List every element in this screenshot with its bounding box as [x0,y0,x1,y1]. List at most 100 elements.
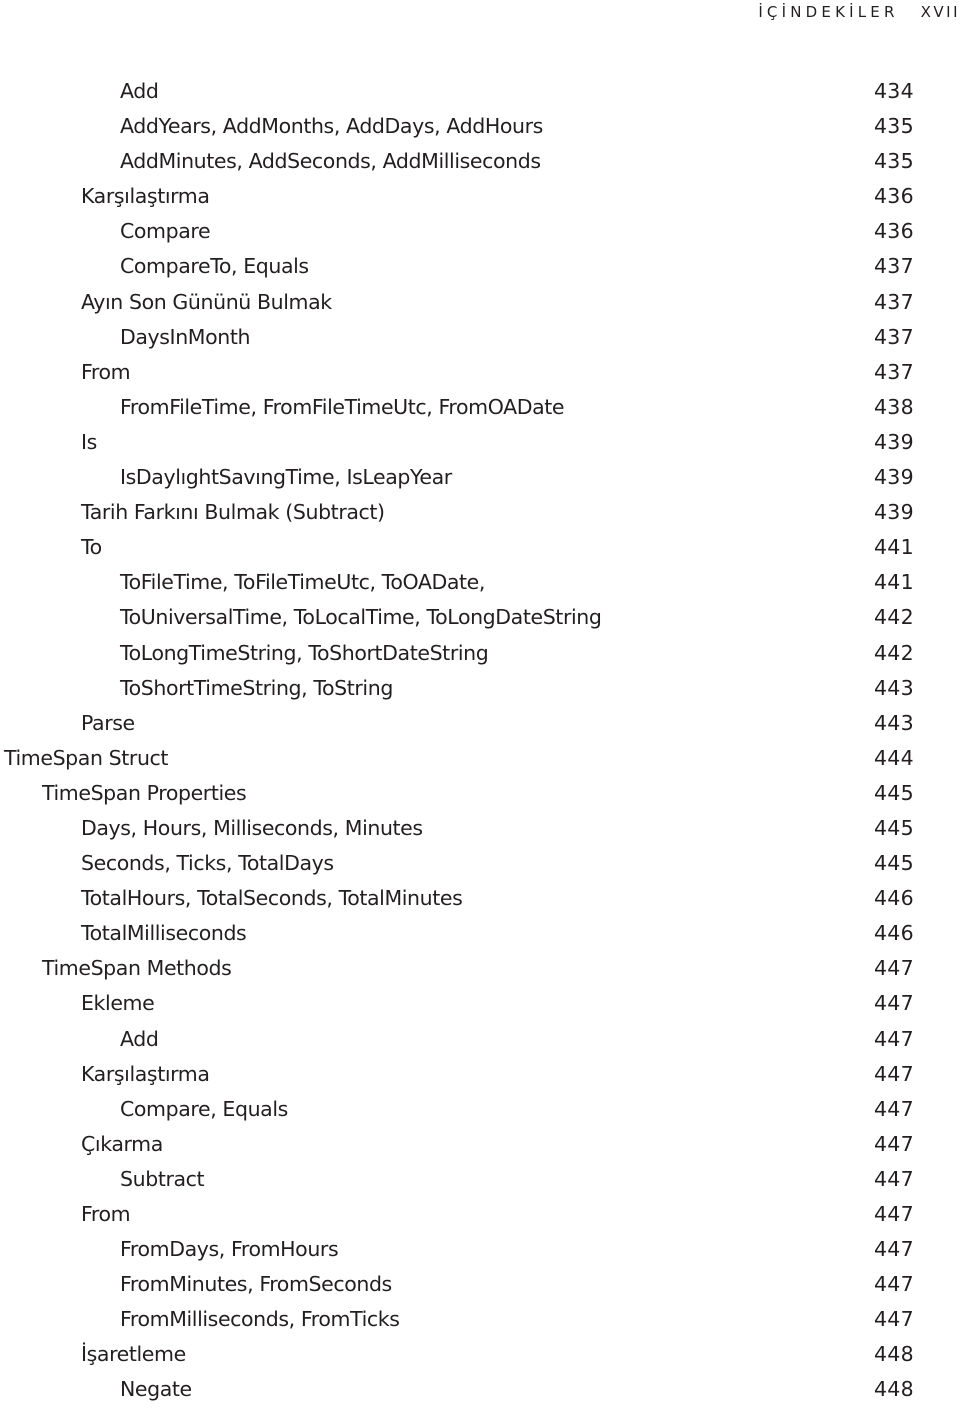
toc-entry-title: Compare [120,219,211,244]
toc-entry[interactable]: Subtract 447 [0,1162,960,1197]
toc-entry-page-number: 439 [873,465,914,490]
toc-entry-title: Negate [120,1377,192,1402]
toc-entry-page-number: 446 [873,921,914,946]
toc-entry-title: ToShortTimeString, ToString [120,675,393,700]
toc-entry[interactable]: Ayın Son Gününü Bulmak 437 [0,285,960,320]
toc-entry[interactable]: İşaretleme 448 [0,1337,960,1372]
toc-entry-title: Tarih Farkını Bulmak (Subtract) [81,500,385,525]
toc-entry-page-number: 447 [873,956,914,981]
toc-entry-page-number: 446 [873,886,914,911]
toc-entry[interactable]: FromDays, FromHours 447 [0,1232,960,1267]
page-number-folio: XVII [920,3,960,21]
toc-entry-title: Çıkarma [81,1131,163,1156]
toc-entry[interactable]: Compare 436 [0,214,960,249]
toc-entry[interactable]: Parse 443 [0,706,960,741]
toc-entry-title: Ayın Son Gününü Bulmak [81,289,332,314]
toc-entry-title: Subtract [120,1166,205,1191]
toc-entry-title: Compare, Equals [120,1096,288,1121]
toc-entry-title: ToFileTime, ToFileTimeUtc, ToOADate, [120,570,485,595]
toc-entry[interactable]: FromMinutes, FromSeconds 447 [0,1267,960,1302]
toc-entry-page-number: 447 [873,1272,914,1297]
toc-entry[interactable]: IsDaylıghtSavıngTime, IsLeapYear 439 [0,460,960,495]
toc-entry-page-number: 447 [873,1131,914,1156]
toc-entry[interactable]: Karşılaştırma 436 [0,179,960,214]
toc-entry-title: Karşılaştırma [81,1061,210,1086]
toc-entry-title: Parse [81,710,135,735]
toc-entry-page-number: 441 [873,570,914,595]
toc-entry-page-number: 436 [873,219,914,244]
toc-entry-title: Ekleme [81,991,155,1016]
toc-entry-title: AddMinutes, AddSeconds, AddMilliseconds [120,149,541,174]
toc-entry-page-number: 445 [873,851,914,876]
toc-entry-page-number: 445 [873,780,914,805]
toc-entry[interactable]: Çıkarma 447 [0,1127,960,1162]
toc-entry-page-number: 447 [873,1096,914,1121]
toc-entry-page-number: 436 [873,184,914,209]
toc-entry-page-number: 435 [873,149,914,174]
toc-entry-title: TimeSpan Struct [4,745,169,770]
toc-entry-title: Add [120,79,159,103]
toc-entry[interactable]: Tarih Farkını Bulmak (Subtract) 439 [0,495,960,530]
toc-entry[interactable]: Days, Hours, Milliseconds, Minutes 445 [0,811,960,846]
toc-entry[interactable]: To 441 [0,530,960,565]
toc-entry-page-number: 447 [873,1202,914,1226]
toc-entry[interactable]: AddYears, AddMonths, AddDays, AddHours 4… [0,109,960,144]
toc-entry[interactable]: ToUniversalTime, ToLocalTime, ToLongDate… [0,600,960,635]
toc-entry-title: DaysInMonth [120,324,251,349]
toc-entry[interactable]: Negate 448 [0,1372,960,1407]
toc-entry-title: Karşılaştırma [81,184,210,209]
toc-entry-title: IsDaylıghtSavıngTime, IsLeapYear [120,465,452,490]
toc-entry-page-number: 447 [873,1061,914,1086]
toc-entry[interactable]: Is 439 [0,425,960,460]
toc-entry[interactable]: Ekleme 447 [0,986,960,1021]
table-of-contents: Add 434 AddYears, AddMonths, AddDays, Ad… [0,74,960,1408]
running-head-title: İÇİNDEKİLER [758,3,899,21]
toc-entry-page-number: 437 [873,359,914,384]
toc-entry-title: İşaretleme [81,1342,186,1367]
toc-entry-page-number: 447 [873,1026,914,1051]
toc-entry-title: From [81,1202,131,1226]
toc-entry[interactable]: FromFileTime, FromFileTimeUtc, FromOADat… [0,390,960,425]
toc-entry-title: TimeSpan Properties [42,780,247,805]
toc-entry[interactable]: AddMinutes, AddSeconds, AddMilliseconds … [0,144,960,179]
toc-entry[interactable]: TotalHours, TotalSeconds, TotalMinutes 4… [0,881,960,916]
toc-entry[interactable]: DaysInMonth 437 [0,320,960,355]
toc-entry-title: FromMinutes, FromSeconds [120,1272,392,1297]
toc-entry-page-number: 443 [873,710,914,735]
toc-entry-title: ToUniversalTime, ToLocalTime, ToLongDate… [120,605,602,630]
toc-entry-page-number: 438 [873,394,914,419]
toc-entry[interactable]: Seconds, Ticks, TotalDays 445 [0,846,960,881]
toc-entry-title: TimeSpan Methods [42,956,232,981]
toc-entry[interactable]: FromMilliseconds, FromTicks 447 [0,1302,960,1337]
toc-entry[interactable]: TimeSpan Methods 447 [0,951,960,986]
toc-entry-page-number: 442 [873,640,914,665]
toc-entry-page-number: 442 [873,605,914,630]
toc-entry-title: Seconds, Ticks, TotalDays [81,851,334,876]
toc-entry[interactable]: Compare, Equals 447 [0,1092,960,1127]
toc-entry-title: TotalHours, TotalSeconds, TotalMinutes [81,886,463,911]
toc-entry-page-number: 435 [873,114,914,139]
toc-entry[interactable]: Karşılaştırma 447 [0,1057,960,1092]
toc-entry-page-number: 448 [873,1377,914,1402]
toc-entry[interactable]: From 437 [0,355,960,390]
toc-entry-page-number: 447 [873,1237,914,1262]
toc-entry-page-number: 439 [873,500,914,525]
toc-entry[interactable]: TimeSpan Struct 444 [0,741,960,776]
toc-entry-title: Add [120,1026,159,1051]
toc-entry[interactable]: ToLongTimeString, ToShortDateString 442 [0,636,960,671]
toc-entry[interactable]: TimeSpan Properties 445 [0,776,960,811]
toc-entry[interactable]: TotalMilliseconds 446 [0,916,960,951]
toc-entry[interactable]: CompareTo, Equals 437 [0,249,960,284]
toc-entry-page-number: 434 [873,79,914,103]
toc-entry[interactable]: ToFileTime, ToFileTimeUtc, ToOADate, 441 [0,565,960,600]
running-head: İÇİNDEKİLER XVII [758,0,960,24]
toc-entry[interactable]: Add 447 [0,1022,960,1057]
toc-entry-title: Days, Hours, Milliseconds, Minutes [81,815,423,840]
toc-entry-title: CompareTo, Equals [120,254,309,279]
toc-entry-page-number: 441 [873,535,914,560]
toc-entry[interactable]: From 447 [0,1197,960,1232]
toc-entry-title: FromDays, FromHours [120,1237,339,1262]
toc-entry-page-number: 445 [873,815,914,840]
toc-entry[interactable]: ToShortTimeString, ToString 443 [0,671,960,706]
toc-entry[interactable]: Add 434 [0,74,960,109]
